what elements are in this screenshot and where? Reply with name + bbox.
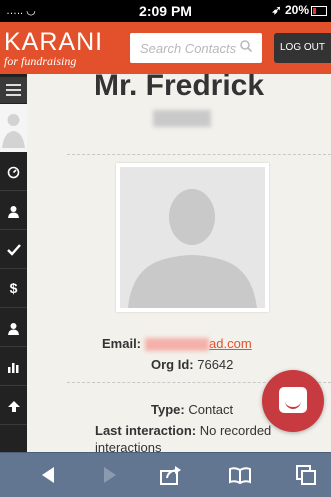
- back-icon[interactable]: [36, 463, 60, 487]
- battery-icon: [311, 5, 327, 16]
- search-placeholder: Search Contacts: [140, 41, 237, 56]
- orgid-value: 76642: [197, 357, 234, 372]
- status-bar: ….. ◡ 2:09 PM ➶ 20%: [0, 0, 331, 22]
- upload-icon[interactable]: [0, 386, 27, 425]
- logout-button[interactable]: LOG OUT: [274, 33, 331, 63]
- person-icon[interactable]: [0, 191, 27, 230]
- gauge-icon[interactable]: [0, 152, 27, 191]
- email-link[interactable]: ad.com: [209, 336, 252, 351]
- karani-logo[interactable]: KARANI for fundraising: [4, 28, 103, 69]
- email-row: Email: ad.com: [102, 336, 252, 352]
- forward-icon: [104, 467, 116, 483]
- redacted-subtitle: [153, 110, 211, 127]
- dollar-icon[interactable]: $: [0, 269, 27, 308]
- orgid-label: Org Id:: [151, 357, 194, 372]
- contact-name: Mr. Fredrick: [93, 74, 265, 102]
- hamburger-menu-icon[interactable]: [0, 77, 27, 103]
- type-label: Type:: [151, 402, 185, 417]
- logo-main: KARANI: [4, 28, 104, 56]
- type-value: Contact: [188, 402, 234, 417]
- divider: [67, 154, 331, 155]
- orgid-row: Org Id: 76642: [151, 357, 233, 372]
- chat-button[interactable]: [262, 370, 324, 432]
- email-label: Email:: [102, 336, 142, 351]
- sidebar-avatar[interactable]: [0, 104, 27, 152]
- browser-toolbar: [0, 452, 331, 497]
- search-icon[interactable]: [240, 40, 252, 52]
- people-icon[interactable]: [0, 308, 27, 347]
- check-icon[interactable]: [0, 230, 27, 269]
- bookmarks-icon[interactable]: [228, 463, 252, 487]
- type-row: Type: Contact: [151, 402, 233, 417]
- app-header: KARANI for fundraising Search Contacts L…: [0, 22, 331, 74]
- bar-chart-icon[interactable]: [0, 347, 27, 386]
- sidebar: $: [0, 74, 27, 460]
- chat-icon: [279, 387, 307, 413]
- last-interaction-label: Last interaction:: [95, 423, 197, 438]
- search-contacts-input[interactable]: Search Contacts: [130, 33, 262, 63]
- redacted-email: [145, 338, 210, 352]
- tabs-icon[interactable]: [294, 463, 318, 487]
- share-icon[interactable]: [158, 463, 182, 487]
- contact-photo: [116, 163, 269, 312]
- battery-status: ➶ 20%: [272, 3, 327, 17]
